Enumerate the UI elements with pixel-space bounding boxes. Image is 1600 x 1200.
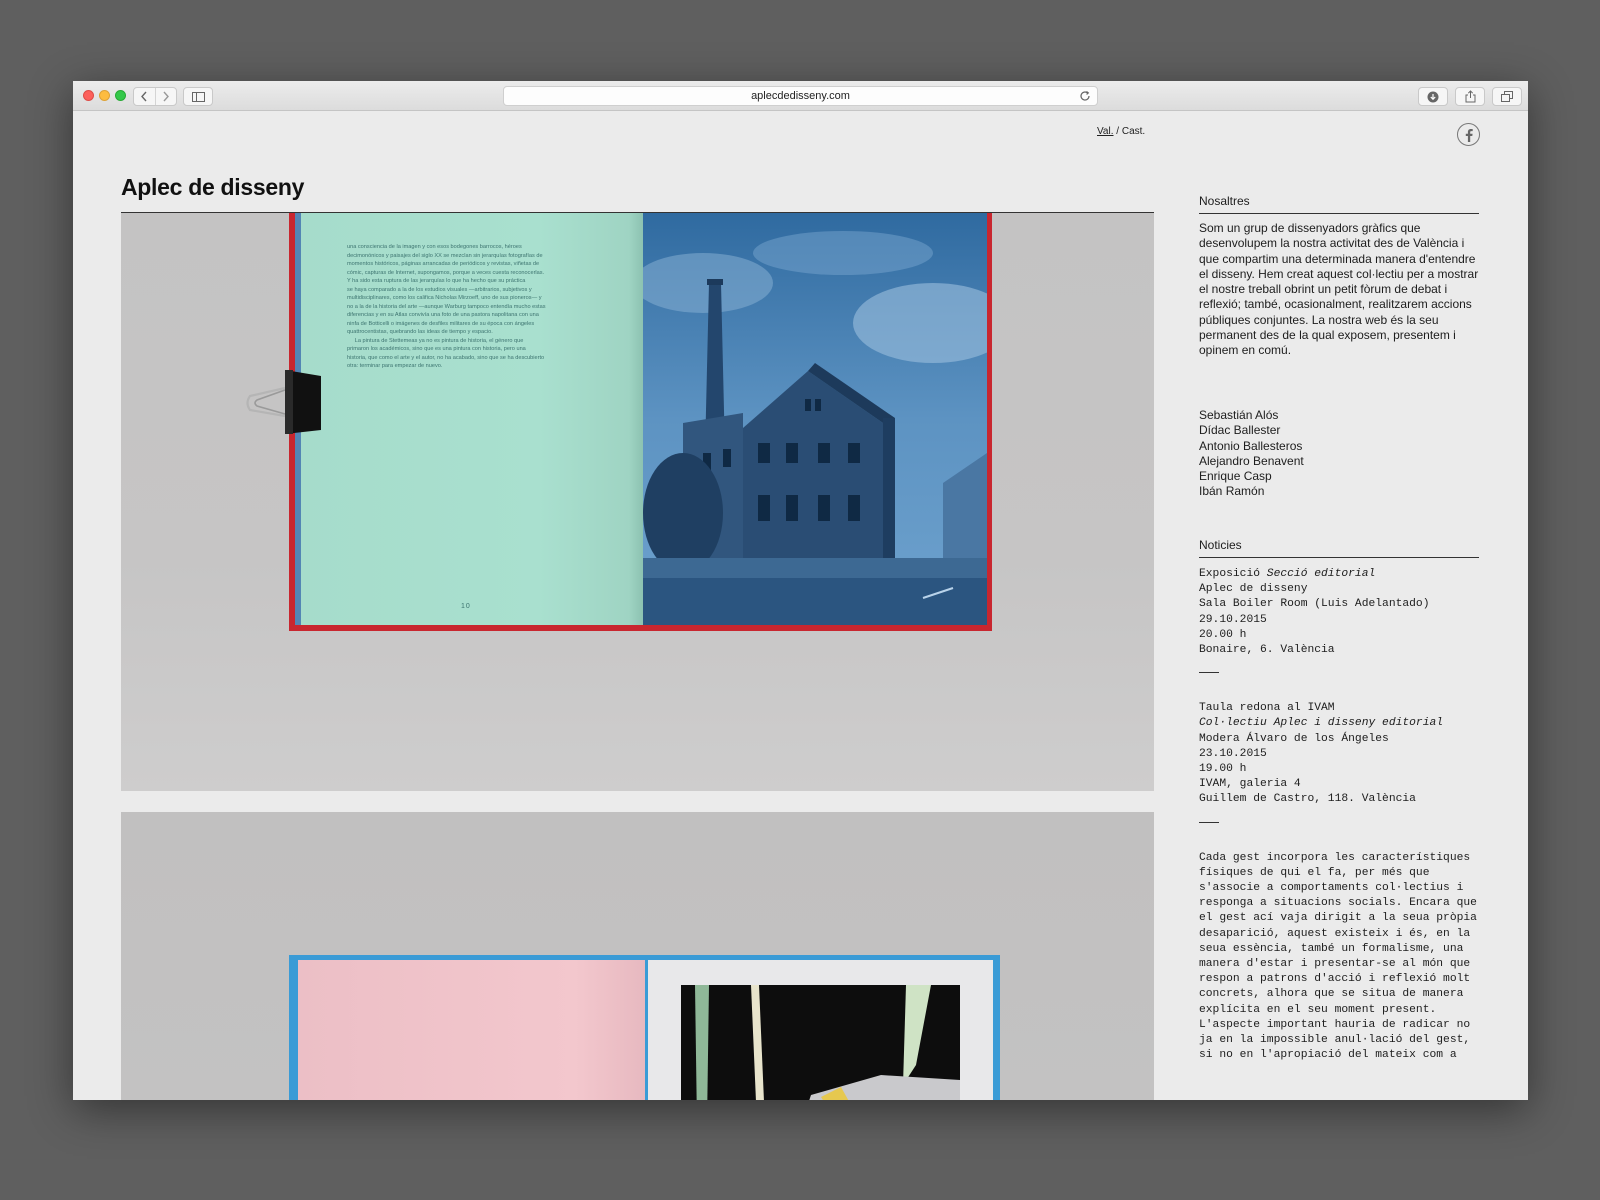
reload-button[interactable]: [1079, 90, 1091, 105]
chevron-left-icon: [141, 91, 147, 102]
browser-window: aplecdedisseny.com Val. / Cast. Aplec de…: [73, 81, 1528, 1100]
binder-clip-image: [246, 370, 321, 434]
url-text: aplecdedisseny.com: [751, 90, 850, 102]
member-item: Dídac Ballester: [1199, 423, 1281, 438]
downloads-button[interactable]: [1418, 87, 1448, 106]
chevron-right-icon: [163, 91, 169, 102]
essay-text: Cada gest incorpora les característiques…: [1199, 851, 1477, 1062]
download-icon: [1427, 91, 1439, 102]
sidebar-icon: [191, 91, 205, 102]
browser-toolbar: aplecdedisseny.com: [73, 81, 1528, 111]
tabs-overview-button[interactable]: [1492, 87, 1522, 106]
close-window-button[interactable]: [83, 90, 94, 101]
about-divider: [1199, 213, 1479, 214]
about-heading: Nosaltres: [1199, 194, 1250, 208]
member-item: Alejandro Benavent: [1199, 453, 1304, 468]
back-button[interactable]: [134, 88, 156, 105]
news-divider: [1199, 557, 1479, 558]
member-item: Sebastián Alós: [1199, 408, 1279, 422]
collage-artwork-image: [681, 985, 960, 1100]
site-title[interactable]: Aplec de disseny: [121, 174, 304, 201]
share-icon: [1465, 90, 1475, 103]
forward-button[interactable]: [156, 88, 177, 105]
book-body-text: una consciencia de la imagen y con esos …: [347, 244, 546, 369]
news-item-round-table: Taula redona al IVAM Col·lectiu Aplec i …: [1199, 702, 1444, 806]
news-heading: Noticies: [1199, 538, 1242, 552]
member-item: Antonio Ballesteros: [1199, 438, 1303, 453]
zoom-window-button[interactable]: [115, 90, 126, 101]
minimize-window-button[interactable]: [99, 90, 110, 101]
member-item: Ibán Ramón: [1199, 484, 1265, 499]
address-bar[interactable]: aplecdedisseny.com: [503, 86, 1098, 106]
facebook-link[interactable]: [1457, 123, 1480, 146]
news-separator: [1199, 672, 1219, 674]
factory-building-image: [643, 213, 987, 625]
reload-icon: [1080, 91, 1090, 101]
lang-separator: /: [1113, 126, 1122, 137]
share-button[interactable]: [1455, 87, 1485, 106]
book-page-right-photo: [643, 213, 987, 625]
about-text: Som un grup de dissenyadors gràfics que …: [1199, 221, 1479, 358]
project-photo-2[interactable]: [121, 812, 1154, 1100]
members-list: Sebastián Alós Dídac Ballester Antonio B…: [1199, 408, 1304, 500]
news-separator: [1199, 821, 1219, 823]
news-list: Exposició Secció editorial Aplec de diss…: [1199, 567, 1479, 1063]
member-item: Enrique Casp: [1199, 469, 1272, 484]
facebook-icon: [1465, 128, 1473, 142]
project-photo-1[interactable]: una consciencia de la imagen y con esos …: [121, 213, 1154, 791]
tabs-icon: [1501, 91, 1513, 102]
lang-valencian-link[interactable]: Val.: [1097, 126, 1114, 137]
news-item-exhibition: Exposició Secció editorial Aplec de diss…: [1199, 568, 1430, 657]
lang-castellano-link[interactable]: Cast.: [1122, 126, 1145, 137]
history-nav: [133, 87, 177, 106]
book-page-pink: [298, 960, 645, 1100]
language-switcher: Val. / Cast.: [1097, 126, 1145, 137]
book-page-number: 10: [461, 603, 471, 610]
sidebar-toggle-button[interactable]: [183, 87, 213, 106]
